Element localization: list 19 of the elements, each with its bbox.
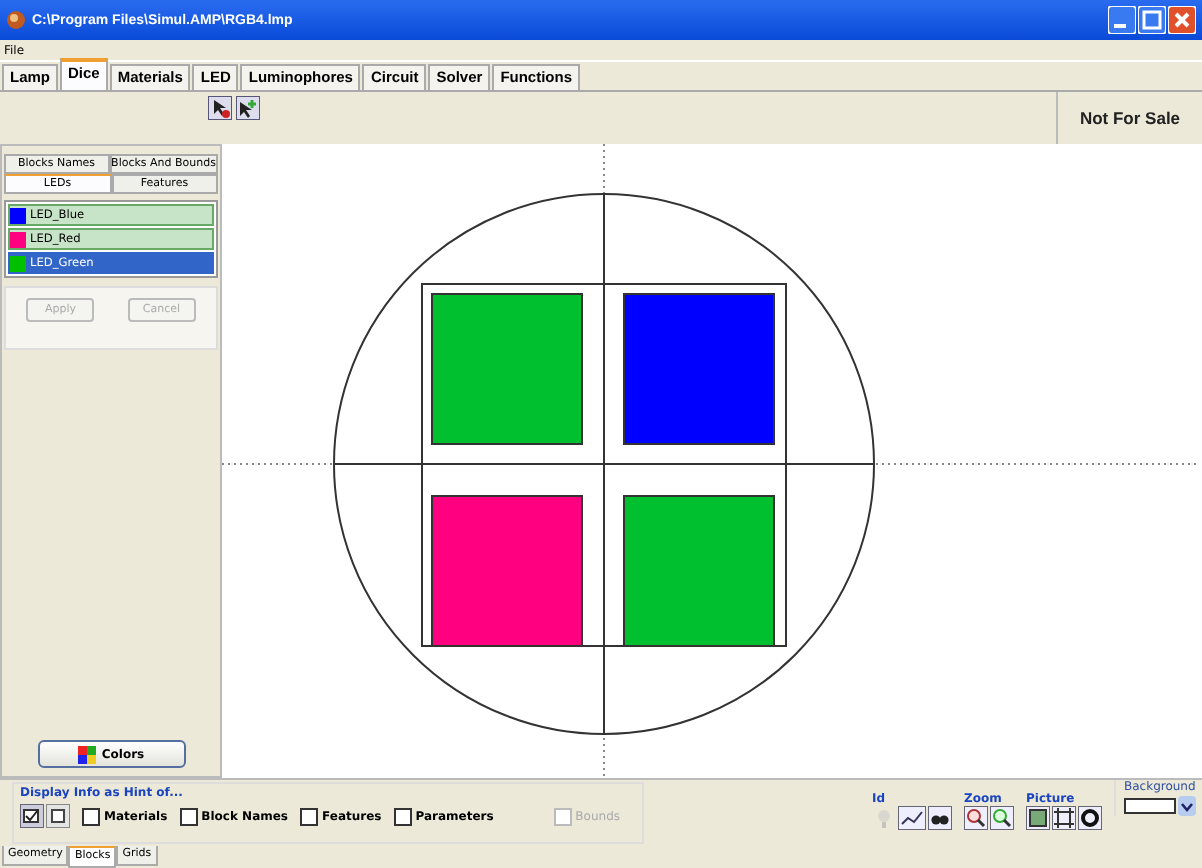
hint-mode-icon[interactable] xyxy=(20,804,44,828)
zoom-in-icon[interactable] xyxy=(964,806,988,830)
background-dropdown[interactable] xyxy=(1124,796,1196,816)
maximize-button[interactable] xyxy=(1138,6,1166,34)
frame-icon[interactable] xyxy=(1052,806,1076,830)
hint-off-icon[interactable] xyxy=(46,804,70,828)
close-button[interactable] xyxy=(1168,6,1196,34)
pointer-tool-icon[interactable] xyxy=(208,96,232,120)
binoculars-icon[interactable] xyxy=(928,806,952,830)
minimize-button[interactable] xyxy=(1108,6,1136,34)
palette-icon xyxy=(77,745,96,763)
led-block[interactable] xyxy=(623,495,775,647)
app-icon xyxy=(6,10,26,30)
fit-picture-icon[interactable] xyxy=(1026,806,1050,830)
led-block[interactable] xyxy=(431,495,583,647)
add-block-icon[interactable] xyxy=(236,96,260,120)
zoom-out-icon[interactable] xyxy=(990,806,1014,830)
led-block[interactable] xyxy=(431,293,583,445)
number-chart-icon[interactable] xyxy=(898,806,926,830)
